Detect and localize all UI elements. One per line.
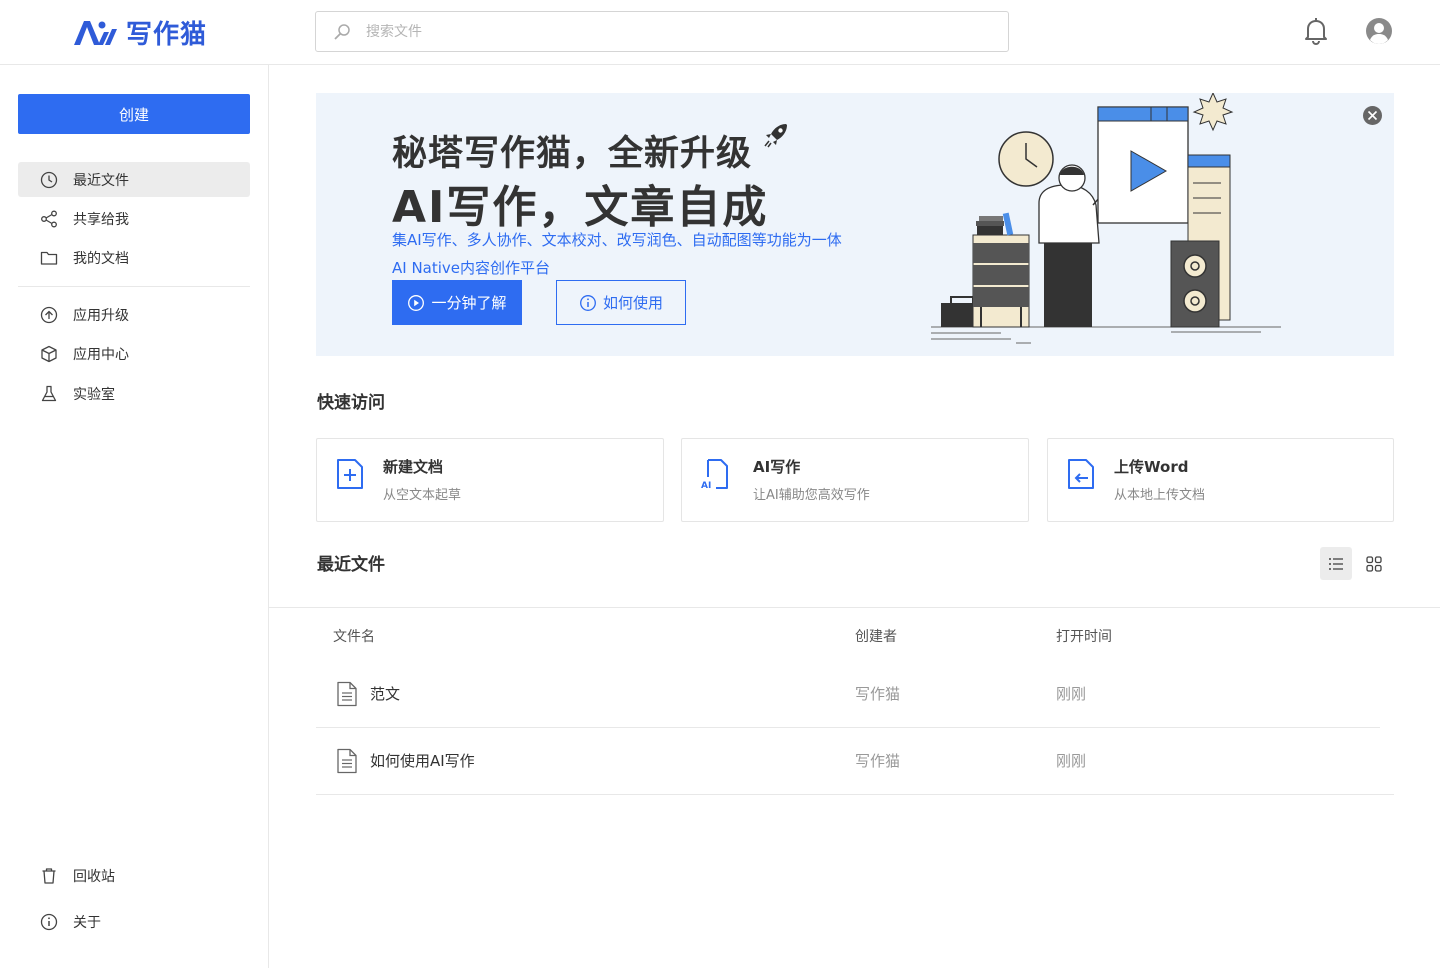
banner-illustration <box>931 93 1281 344</box>
sidebar-item-app-center[interactable]: 应用中心 <box>18 336 250 371</box>
sidebar: 创建 最近文件 共享给我 我的文档 应用升级 应用中心 实验室 回收站 关于 <box>0 65 269 968</box>
sidebar-item-shared[interactable]: 共享给我 <box>18 201 250 236</box>
upgrade-icon <box>40 306 58 323</box>
column-header-opened[interactable]: 打开时间 <box>1056 626 1112 646</box>
file-name: 如何使用AI写作 <box>370 752 475 770</box>
card-title: 新建文档 <box>383 458 444 476</box>
document-icon <box>337 681 357 707</box>
column-header-filename[interactable]: 文件名 <box>333 626 375 646</box>
app-name: 写作猫 <box>126 20 208 50</box>
file-creator: 写作猫 <box>855 685 901 703</box>
card-title: 上传Word <box>1114 458 1189 476</box>
rocket-icon <box>764 124 787 148</box>
file-opened-time: 刚刚 <box>1056 685 1087 703</box>
banner-title: 秘塔写作猫，全新升级 <box>392 134 753 174</box>
sidebar-item-label: 应用中心 <box>73 346 129 363</box>
sidebar-item-lab[interactable]: 实验室 <box>18 376 250 411</box>
folder-icon <box>40 251 58 265</box>
sidebar-divider <box>18 286 250 287</box>
sidebar-item-label: 回收站 <box>73 868 115 885</box>
sidebar-item-label: 应用升级 <box>73 307 129 324</box>
banner-headline: AI写作，文章自成 <box>392 182 769 233</box>
info-icon <box>580 294 596 311</box>
card-desc: 从空文本起草 <box>383 488 462 503</box>
quick-card-ai-writing[interactable]: AI AI写作 让AI辅助您高效写作 <box>681 438 1029 522</box>
search-input[interactable] <box>366 23 966 40</box>
sidebar-item-about[interactable]: 关于 <box>18 904 250 939</box>
info-icon <box>40 913 58 930</box>
how-to-use-button[interactable]: 如何使用 <box>556 280 686 325</box>
file-name: 范文 <box>370 685 401 703</box>
sidebar-item-label: 我的文档 <box>73 250 129 267</box>
card-desc: 从本地上传文档 <box>1114 488 1206 503</box>
card-title: AI写作 <box>753 458 801 476</box>
sidebar-item-upgrade[interactable]: 应用升级 <box>18 297 250 332</box>
sidebar-item-label: 关于 <box>73 914 101 931</box>
user-avatar-icon[interactable] <box>1365 17 1393 45</box>
promo-banner: 秘塔写作猫，全新升级 AI写作，文章自成 集AI写作、多人协作、文本校对、改写润… <box>316 93 1394 356</box>
bell-icon[interactable] <box>1302 16 1330 46</box>
quick-card-new-doc[interactable]: 新建文档 从空文本起草 <box>316 438 664 522</box>
recent-files-title: 最近文件 <box>317 555 385 575</box>
table-row[interactable]: 范文 写作猫 刚刚 <box>316 660 1380 727</box>
document-icon <box>337 748 357 774</box>
svg-text:AI: AI <box>701 481 711 491</box>
upload-doc-icon <box>1068 459 1094 489</box>
card-desc: 让AI辅助您高效写作 <box>753 488 870 503</box>
banner-subtitle: 集AI写作、多人协作、文本校对、改写润色、自动配图等功能为一体 <box>392 231 842 249</box>
sidebar-item-trash[interactable]: 回收站 <box>18 858 250 893</box>
list-view-button[interactable] <box>1320 547 1352 580</box>
logo-mark-icon <box>74 20 117 45</box>
search-bar[interactable] <box>315 11 1009 52</box>
sidebar-item-label: 实验室 <box>73 386 115 403</box>
learn-more-label: 一分钟了解 <box>431 294 507 312</box>
create-button[interactable]: 创建 <box>18 94 250 134</box>
quick-access-title: 快速访问 <box>317 393 385 413</box>
row-divider <box>316 794 1394 795</box>
banner-tagline: AI Native内容创作平台 <box>392 259 551 277</box>
new-doc-icon <box>337 459 363 489</box>
share-icon <box>41 210 57 227</box>
grid-view-button[interactable] <box>1358 547 1390 580</box>
grid-icon <box>1366 555 1382 572</box>
file-creator: 写作猫 <box>855 752 901 770</box>
top-header: 写作猫 <box>0 0 1440 65</box>
how-to-use-label: 如何使用 <box>602 294 663 312</box>
close-banner-icon[interactable] <box>1362 105 1383 126</box>
flask-icon <box>41 385 57 401</box>
play-circle-icon <box>408 294 425 311</box>
sidebar-item-my-docs[interactable]: 我的文档 <box>18 240 250 275</box>
table-row[interactable]: 如何使用AI写作 写作猫 刚刚 <box>316 727 1380 794</box>
ai-doc-icon: AI <box>701 459 728 491</box>
file-opened-time: 刚刚 <box>1056 752 1087 770</box>
sidebar-item-recent[interactable]: 最近文件 <box>18 162 250 197</box>
sidebar-item-label: 最近文件 <box>73 172 129 189</box>
table-divider <box>269 607 1440 608</box>
column-header-creator[interactable]: 创建者 <box>855 626 897 646</box>
app-logo[interactable]: 写作猫 <box>72 14 207 51</box>
sidebar-item-label: 共享给我 <box>73 211 129 228</box>
cube-icon <box>41 345 57 362</box>
quick-card-upload-word[interactable]: 上传Word 从本地上传文档 <box>1047 438 1394 522</box>
search-icon <box>334 23 350 40</box>
learn-more-button[interactable]: 一分钟了解 <box>392 280 522 325</box>
trash-icon <box>42 867 56 884</box>
clock-icon <box>40 171 58 188</box>
list-icon <box>1329 557 1343 570</box>
